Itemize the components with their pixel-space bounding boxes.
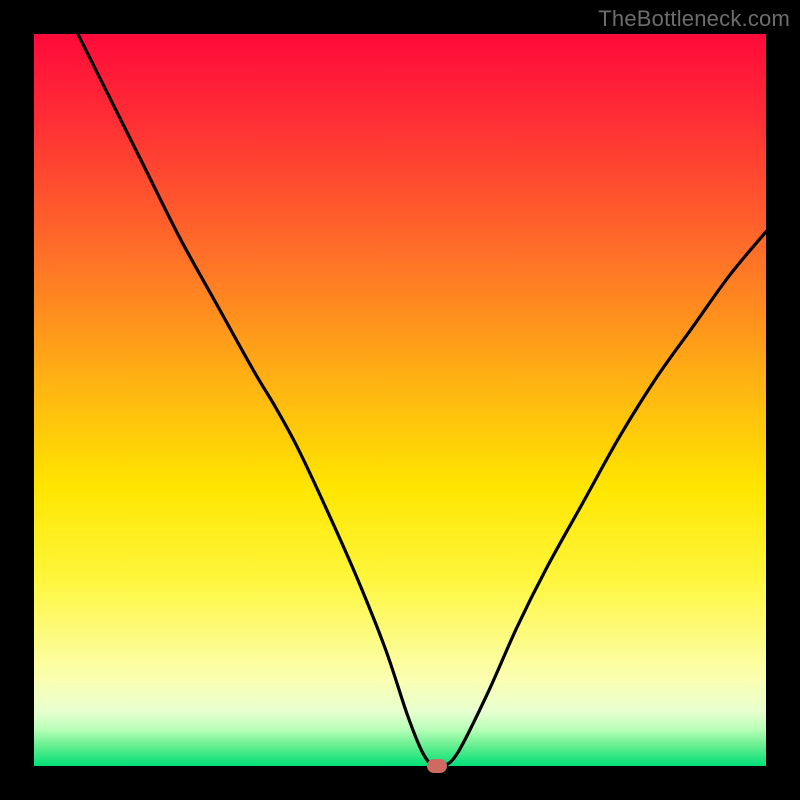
watermark-text: TheBottleneck.com [598, 6, 790, 32]
curve-path [78, 34, 766, 766]
min-marker [427, 759, 447, 773]
plot-area [34, 34, 766, 766]
chart-frame: TheBottleneck.com [0, 0, 800, 800]
bottleneck-curve [34, 34, 766, 766]
